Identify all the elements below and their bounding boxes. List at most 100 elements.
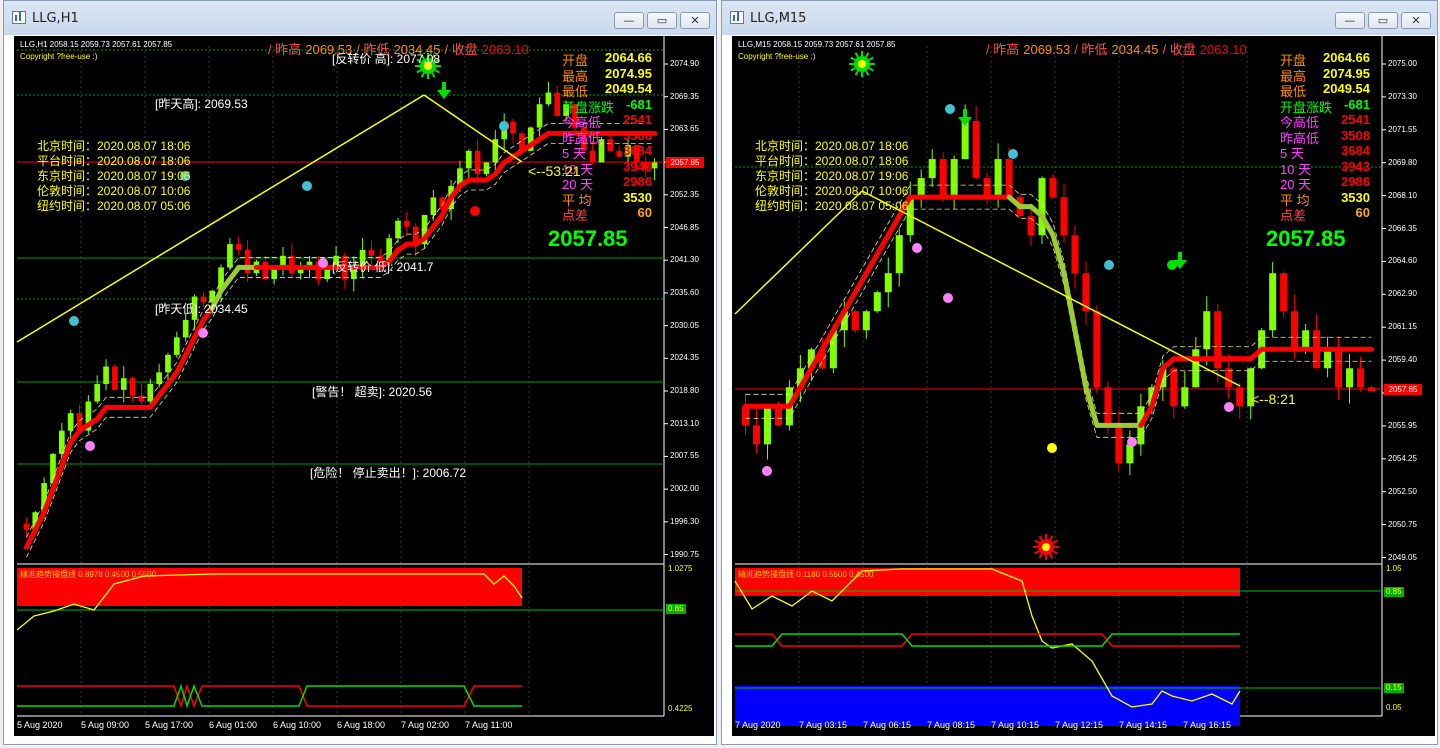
time-tick-label: 7 Aug 16:15 (1183, 720, 1232, 730)
candle-body (510, 121, 516, 134)
time-tick-label: 5 Aug 17:00 (145, 720, 194, 730)
annotation-reversal-high: [反转价 高]: 2077.08 (332, 52, 441, 66)
annotation-prev-high: [昨天高]: 2069.53 (155, 97, 248, 111)
candle-body (928, 159, 936, 179)
candle-body (917, 178, 925, 198)
candle-body (368, 249, 375, 256)
price-tick-label: 2062.90 (1388, 289, 1417, 299)
candle-body (112, 366, 118, 390)
time-tick-label: 6 Aug 01:00 (209, 720, 258, 730)
copyright-text: Copyright ?free-use :) (20, 52, 98, 61)
stat-value: 3684 (623, 143, 652, 158)
candle-body (1236, 387, 1244, 407)
signal-dot (1047, 443, 1057, 453)
trend-line-segment (23, 527, 38, 550)
clock-row: 平台时间：2020.08.07 18:06 (755, 154, 909, 168)
candle-body (165, 354, 171, 373)
down-arrow-icon (958, 109, 972, 126)
signal-dot (302, 181, 312, 191)
candle-body (182, 319, 189, 338)
minimize-button[interactable]: — (614, 12, 644, 29)
price-chart[interactable]: 2075.00 2073.30 2071.55 2069.80 2068.10 2066.… (732, 36, 1435, 736)
info-high-label: / 昨高 (268, 42, 302, 57)
signal-dot (470, 206, 480, 216)
candle-body (536, 104, 543, 128)
candle-body (1324, 349, 1332, 369)
time-tick-label: 7 Aug 03:15 (799, 720, 848, 730)
info-close-label: / 收盘 (1162, 42, 1196, 57)
candle-body (129, 378, 136, 396)
candle-body (1115, 425, 1123, 464)
info-low-label: / 昨低 (1074, 42, 1108, 57)
clock-row: 纽约时间：2020.08.07 05:06 (37, 199, 191, 213)
price-chart[interactable]: 2074.90 2069.35 2063.65 2057.85 2052.35 2046.… (14, 36, 714, 736)
candle-body (1071, 235, 1079, 274)
candle-body (67, 413, 74, 431)
time-tick-label: 7 Aug 08:15 (927, 720, 976, 730)
candle-body (227, 244, 233, 268)
candle-body (862, 311, 870, 331)
title-bar[interactable]: LLG,H1 — ▭ ✕ (4, 1, 716, 35)
trend-line-segment (863, 251, 880, 276)
close-button[interactable]: ✕ (1401, 12, 1431, 29)
price-tick-label: 1996.30 (670, 516, 699, 526)
info-high: 2069.53 (1023, 42, 1071, 57)
price-tick-label: 2071.55 (1388, 124, 1417, 134)
stat-value: 3508 (623, 127, 652, 143)
signal-dot (318, 258, 328, 268)
stat-value: 2541 (623, 112, 652, 127)
stat-value: 60 (1355, 205, 1370, 220)
sub-indicator-label: 精准趋势操盘线 0.8978 0.4500 0.5500 (20, 570, 157, 579)
candle-body (774, 406, 782, 426)
annotation-reversal-low: [反转价 低]: 2041.7 (332, 260, 434, 274)
info-close-label: / 收盘 (444, 42, 478, 57)
clock-row: 东京时间：2020.08.07 19:06 (755, 169, 909, 183)
time-tick-label: 7 Aug 11:00 (465, 720, 513, 730)
stat-value: 2049.54 (1323, 81, 1370, 96)
maximize-button[interactable]: ▭ (1368, 12, 1398, 29)
info-low: 2034.45 (1111, 42, 1159, 57)
trend-line-segment (174, 352, 189, 375)
signal-dot (198, 328, 208, 338)
stat-value: 60 (637, 205, 652, 220)
stat-value: 2541 (1341, 112, 1370, 127)
chart-window-h1[interactable]: LLG,H1 — ▭ ✕ 2074.90 2069.35 2063.65 2057.8… (3, 0, 717, 745)
time-tick-label: 7 Aug 10:15 (991, 720, 1040, 730)
price-tick-label: 2075.00 (1388, 59, 1417, 68)
time-tick-label: 7 Aug 2020 (735, 720, 781, 730)
oscillator-red (17, 683, 522, 709)
candle-body (895, 235, 903, 274)
time-tick-label: 5 Aug 09:00 (81, 720, 130, 730)
big-price: 2057.85 (548, 226, 628, 251)
chart-window-m15[interactable]: LLG,M15 — ▭ ✕ 2075.00 2073.30 2071.55 2069.… (721, 0, 1438, 745)
clock-row: 东京时间：2020.08.07 19:06 (37, 169, 191, 183)
candle-body (1104, 387, 1112, 426)
chart-window-icon (730, 11, 744, 24)
candle-body (1367, 387, 1376, 392)
close-button[interactable]: ✕ (680, 12, 710, 29)
trend-line-segment (841, 289, 858, 314)
price-tick-label: 2063.65 (670, 124, 699, 134)
trend-line-segment (1072, 327, 1089, 390)
current-price-tag: 2057.85 (666, 157, 704, 168)
big-price: 2057.85 (1266, 226, 1346, 251)
signal-dot (912, 243, 922, 253)
price-tick-label: 2066.35 (1388, 223, 1417, 233)
maximize-button[interactable]: ▭ (647, 12, 677, 29)
price-tick-label: 2013.10 (670, 418, 699, 428)
stat-value: -681 (1343, 96, 1370, 112)
candle-body (554, 92, 561, 116)
sub-level-tag: 1.0275 (668, 564, 693, 573)
stat-value: 3530 (623, 189, 652, 205)
title-bar[interactable]: LLG,M15 — ▭ ✕ (722, 1, 1437, 35)
price-tick-label: 2052.50 (1388, 486, 1417, 496)
minimize-button[interactable]: — (1335, 12, 1365, 29)
chart-header: LLG,M15 2058.15 2059.73 2057.61 2057.85 (738, 40, 896, 49)
annotation-prev-low: [昨天低]: 2034.45 (155, 302, 248, 316)
candle-body (752, 425, 760, 445)
candle-body (961, 121, 969, 160)
stat-value: 2049.54 (605, 81, 652, 96)
price-tick-label: 2074.90 (670, 59, 699, 68)
trend-line-segment (852, 270, 869, 295)
candle-body (1060, 197, 1068, 236)
